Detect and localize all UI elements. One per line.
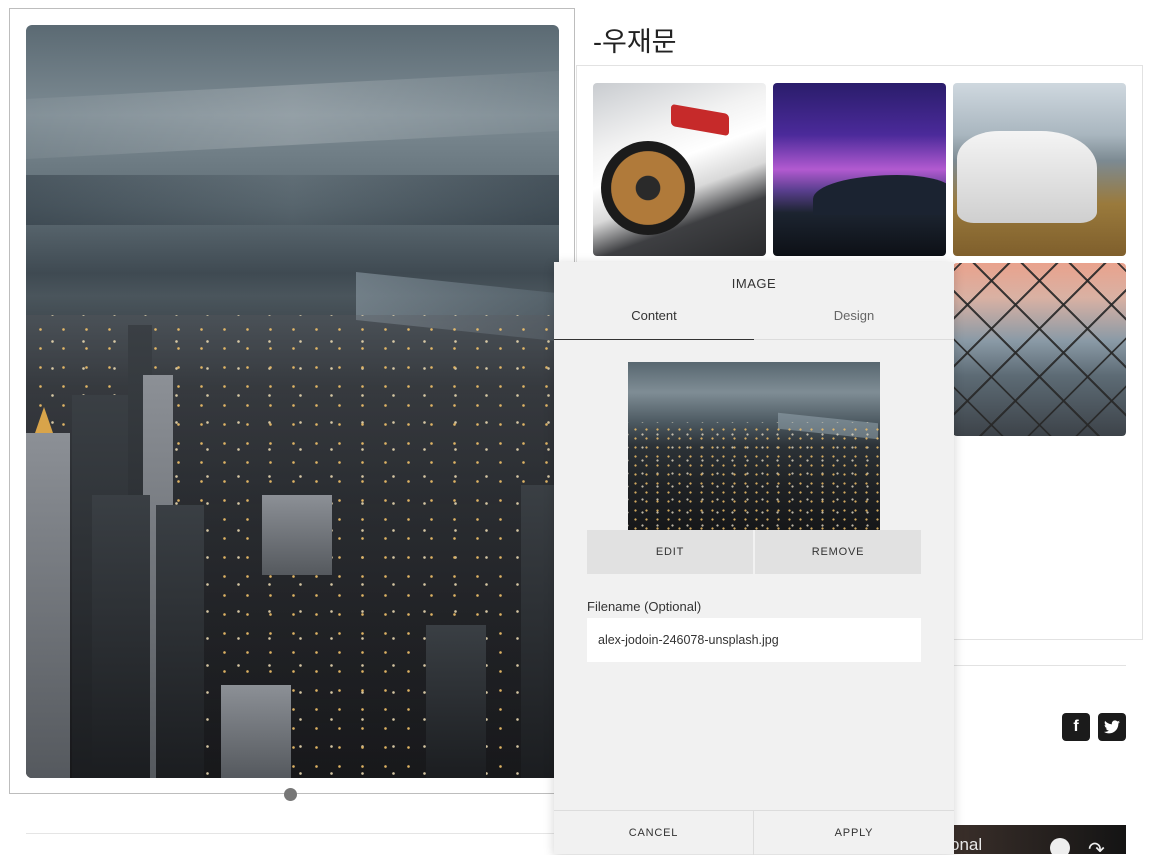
twitter-icon[interactable] — [1098, 713, 1126, 741]
city-skyline-image[interactable] — [26, 25, 559, 778]
share-arrow-icon[interactable]: ↷ — [1088, 837, 1105, 854]
panel-footer: CANCEL APPLY — [554, 810, 954, 855]
active-tab-indicator — [554, 339, 754, 340]
post-title: -우재문 — [593, 27, 677, 57]
image-editor-panel: IMAGE Content Design EDIT REMOVE Filenam… — [554, 262, 954, 855]
divider — [26, 833, 556, 834]
image-preview — [628, 362, 880, 530]
video-caption: onal — [954, 835, 983, 854]
clock-icon[interactable] — [1050, 838, 1070, 854]
tab-content[interactable]: Content — [554, 308, 754, 323]
gallery-thumb-suv[interactable] — [953, 83, 1126, 256]
tail-light — [671, 103, 729, 137]
building — [156, 505, 204, 778]
cloud-layer — [26, 71, 559, 159]
gallery-thumb-night-sky[interactable] — [773, 83, 946, 256]
suv-body — [957, 131, 1097, 223]
building — [92, 495, 150, 778]
apply-button[interactable]: APPLY — [754, 811, 954, 855]
edit-button[interactable]: EDIT — [587, 530, 753, 574]
gallery-thumb-sports-car[interactable] — [593, 83, 766, 256]
panel-title: IMAGE — [731, 276, 777, 291]
twitter-bird-glyph — [1104, 720, 1120, 734]
divider — [954, 665, 1126, 666]
wheel — [601, 141, 695, 235]
cloud-layer — [26, 175, 559, 225]
chain-link-fence — [953, 263, 1126, 436]
building — [426, 625, 486, 778]
image-actions: EDIT REMOVE — [587, 530, 921, 574]
building — [262, 495, 332, 575]
resize-handle[interactable] — [284, 788, 297, 801]
city-lights — [628, 422, 880, 530]
filename-input[interactable] — [587, 618, 921, 662]
mountain-silhouette — [813, 175, 946, 215]
video-thumbnail[interactable]: onal ↷ — [954, 825, 1126, 854]
tab-design[interactable]: Design — [754, 308, 954, 323]
facebook-icon[interactable]: f — [1062, 713, 1090, 741]
filename-label: Filename (Optional) — [587, 599, 702, 614]
remove-button[interactable]: REMOVE — [755, 530, 921, 574]
building-spire — [35, 407, 53, 433]
gallery-thumb-city-fence[interactable] — [953, 263, 1126, 436]
building — [26, 433, 70, 778]
building — [221, 685, 291, 778]
cancel-button[interactable]: CANCEL — [554, 811, 754, 855]
